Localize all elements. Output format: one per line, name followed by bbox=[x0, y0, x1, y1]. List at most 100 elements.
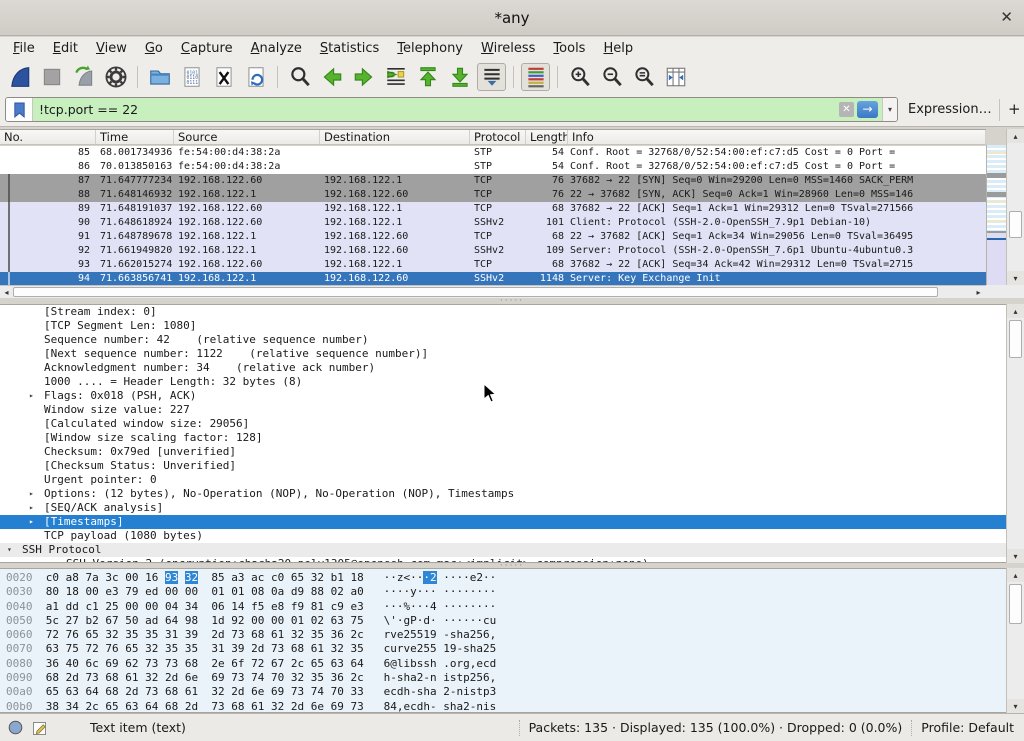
ascii-char[interactable]: p bbox=[483, 685, 490, 698]
save-file-button[interactable]: 010101100111 bbox=[177, 63, 206, 91]
start-capture-button[interactable] bbox=[5, 63, 34, 91]
packet-list-hscrollbar[interactable]: ◂ ▸ bbox=[0, 285, 986, 298]
ascii-char[interactable]: n bbox=[476, 700, 483, 713]
hex-byte[interactable]: 73 bbox=[211, 700, 224, 713]
ascii-char[interactable]: 5 bbox=[423, 642, 430, 655]
hex-byte[interactable]: 14 bbox=[231, 600, 244, 613]
hex-byte[interactable]: 98 bbox=[185, 614, 198, 627]
hex-byte[interactable]: 73 bbox=[271, 642, 284, 655]
hex-byte[interactable]: 3c bbox=[105, 571, 118, 584]
hex-byte[interactable]: 68 bbox=[251, 628, 264, 641]
ascii-char[interactable]: a bbox=[463, 628, 470, 641]
hex-byte[interactable]: 00 bbox=[145, 600, 158, 613]
hex-byte[interactable]: d9 bbox=[291, 585, 304, 598]
ascii-char[interactable]: d bbox=[397, 685, 404, 698]
hex-byte[interactable]: 72 bbox=[251, 657, 264, 670]
ascii-char[interactable]: 2 bbox=[483, 642, 490, 655]
hex-byte[interactable]: 2d bbox=[125, 685, 138, 698]
detail-line[interactable]: Urgent pointer: 0 bbox=[0, 473, 1006, 487]
ascii-char[interactable]: · bbox=[397, 585, 404, 598]
hex-byte[interactable]: 25 bbox=[105, 600, 118, 613]
hex-byte[interactable]: 08 bbox=[251, 585, 264, 598]
hex-byte[interactable]: e8 bbox=[271, 600, 284, 613]
packet-row[interactable]: 9471.663856741192.168.122.1192.168.122.6… bbox=[0, 272, 986, 286]
scroll-right-button[interactable]: ▸ bbox=[972, 286, 985, 298]
hex-byte[interactable]: 00 bbox=[271, 614, 284, 627]
detail-line[interactable]: ▸Options: (12 bytes), No-Operation (NOP)… bbox=[0, 487, 1006, 501]
ascii-char[interactable]: c bbox=[483, 657, 490, 670]
hex-byte[interactable]: 73 bbox=[145, 657, 158, 670]
colorize-packets-button[interactable] bbox=[521, 63, 550, 91]
hex-byte[interactable]: 2d bbox=[231, 685, 244, 698]
detail-line[interactable]: [Calculated window size: 29056] bbox=[0, 417, 1006, 431]
hex-byte[interactable]: 38 bbox=[46, 700, 59, 713]
hex-row[interactable]: 0030 80 18 00 e3 79 ed 00 00 01 01 08 0a… bbox=[6, 585, 1006, 599]
ascii-char[interactable]: p bbox=[463, 671, 470, 684]
packet-row[interactable]: 9171.648789678192.168.122.1192.168.122.6… bbox=[0, 230, 986, 244]
hex-byte[interactable]: f9 bbox=[291, 600, 304, 613]
hex-byte[interactable]: 75 bbox=[66, 642, 79, 655]
go-first-button[interactable] bbox=[413, 63, 442, 91]
ascii-char[interactable]: e bbox=[410, 642, 417, 655]
hscrollbar-thumb[interactable] bbox=[13, 287, 938, 297]
hex-byte[interactable]: 65 bbox=[311, 657, 324, 670]
ascii-char[interactable]: 2 bbox=[463, 700, 470, 713]
hex-byte[interactable]: 00 bbox=[251, 614, 264, 627]
hex-byte[interactable]: 65 bbox=[86, 628, 99, 641]
hex-byte[interactable]: 32 bbox=[211, 685, 224, 698]
ascii-char[interactable]: · bbox=[397, 600, 404, 613]
scroll-up-button[interactable]: ▴ bbox=[1007, 568, 1024, 582]
scroll-down-button[interactable]: ▾ bbox=[1007, 549, 1024, 563]
hex-byte[interactable]: 72 bbox=[46, 628, 59, 641]
menu-view[interactable]: View bbox=[87, 39, 136, 58]
go-to-packet-button[interactable] bbox=[381, 63, 410, 91]
ascii-char[interactable]: 5 bbox=[476, 628, 483, 641]
ascii-char[interactable]: · bbox=[463, 571, 470, 584]
hex-row[interactable]: 0040 a1 dd c1 25 00 00 04 34 06 14 f5 e8… bbox=[6, 600, 1006, 614]
ascii-char[interactable]: · bbox=[423, 585, 430, 598]
go-back-button[interactable] bbox=[317, 63, 346, 91]
hex-byte[interactable]: 00 bbox=[125, 571, 138, 584]
scroll-left-button[interactable]: ◂ bbox=[0, 286, 13, 298]
column-header-protocol[interactable]: Protocol bbox=[470, 130, 526, 144]
hex-byte[interactable]: 68 bbox=[291, 642, 304, 655]
ascii-char[interactable]: 9 bbox=[430, 628, 437, 641]
hex-byte[interactable]: 35 bbox=[125, 628, 138, 641]
hex-byte[interactable]: a8 bbox=[66, 571, 79, 584]
hex-byte[interactable]: 72 bbox=[86, 642, 99, 655]
hex-byte[interactable]: 32 bbox=[145, 671, 158, 684]
hex-row[interactable]: 0020 c0 a8 7a 3c 00 16 93 32 85 a3 ac c0… bbox=[6, 571, 1006, 585]
detail-line[interactable]: [Checksum Status: Unverified] bbox=[0, 459, 1006, 473]
ascii-char[interactable]: 3 bbox=[490, 685, 497, 698]
hex-byte[interactable]: f5 bbox=[251, 600, 264, 613]
packet-row[interactable]: 9271.661949820192.168.122.1192.168.122.6… bbox=[0, 244, 986, 258]
hex-byte[interactable]: 68 bbox=[185, 657, 198, 670]
scroll-up-button[interactable]: ▴ bbox=[1007, 129, 1024, 143]
detail-line[interactable]: [TCP Segment Len: 1080] bbox=[0, 319, 1006, 333]
ascii-char[interactable]: i bbox=[483, 700, 490, 713]
hex-byte[interactable]: 61 bbox=[125, 671, 138, 684]
hex-byte[interactable]: 80 bbox=[46, 585, 59, 598]
hex-byte[interactable]: 2c bbox=[351, 671, 364, 684]
hex-byte[interactable]: 74 bbox=[251, 671, 264, 684]
hex-byte[interactable]: 63 bbox=[66, 685, 79, 698]
ascii-char[interactable]: , bbox=[490, 628, 497, 641]
hex-byte[interactable]: 35 bbox=[311, 628, 324, 641]
ascii-char[interactable]: · bbox=[463, 614, 470, 627]
hex-byte[interactable]: e3 bbox=[105, 585, 118, 598]
hex-byte[interactable]: c9 bbox=[331, 600, 344, 613]
display-filter-field[interactable]: !tcp.port == 22 ✕ → ▾ bbox=[5, 97, 898, 122]
hex-byte[interactable]: 67 bbox=[271, 657, 284, 670]
expand-arrow-icon[interactable]: ▸ bbox=[29, 501, 34, 515]
hex-byte[interactable]: 6e bbox=[185, 671, 198, 684]
ascii-char[interactable]: - bbox=[410, 685, 417, 698]
hex-byte[interactable]: a3 bbox=[231, 571, 244, 584]
hex-byte[interactable]: 36 bbox=[331, 671, 344, 684]
hex-byte[interactable]: 73 bbox=[86, 671, 99, 684]
hex-byte[interactable]: 00 bbox=[185, 585, 198, 598]
hex-byte[interactable]: 69 bbox=[211, 671, 224, 684]
packet-list-scrollbar[interactable]: ▴ ▾ bbox=[1006, 129, 1024, 285]
hex-byte[interactable]: 2d bbox=[66, 671, 79, 684]
hex-byte[interactable]: 32 bbox=[145, 642, 158, 655]
ascii-char[interactable]: 5 bbox=[410, 628, 417, 641]
